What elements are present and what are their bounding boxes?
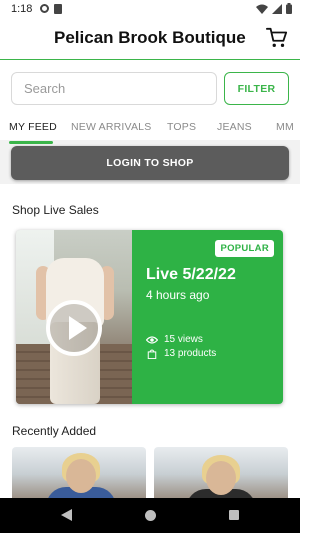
back-icon[interactable]	[61, 509, 72, 521]
sim-card-icon	[54, 4, 62, 14]
products-count: 13 products	[164, 348, 217, 359]
status-time: 1:18	[11, 3, 33, 15]
tab-jeans[interactable]: JEANS	[217, 121, 252, 133]
recents-icon[interactable]	[229, 510, 239, 520]
shopping-bag-icon	[147, 349, 157, 359]
section-title-recently-added: Recently Added	[12, 424, 97, 438]
popular-badge: POPULAR	[215, 240, 274, 257]
status-bar: 1:18	[0, 0, 300, 18]
play-icon[interactable]	[46, 300, 102, 356]
live-sale-time: 4 hours ago	[146, 288, 210, 302]
search-input[interactable]	[12, 73, 216, 104]
login-banner: LOGIN TO SHOP	[0, 140, 300, 184]
login-to-shop-button[interactable]: LOGIN TO SHOP	[11, 146, 289, 180]
wifi-icon	[256, 4, 268, 14]
views-row: 15 views	[146, 334, 203, 345]
live-sale-title: Live 5/22/22	[146, 266, 236, 283]
live-sale-card[interactable]: POPULAR Live 5/22/22 4 hours ago 15 view…	[16, 230, 283, 404]
signal-icon	[272, 3, 282, 14]
tab-new-arrivals[interactable]: NEW ARRIVALS	[71, 121, 151, 133]
products-row: 13 products	[146, 348, 216, 359]
settings-notification-icon	[40, 4, 49, 13]
battery-icon	[286, 3, 292, 14]
page-title: Pelican Brook Boutique	[54, 28, 246, 47]
section-title-live-sales: Shop Live Sales	[12, 203, 99, 217]
views-count: 15 views	[164, 334, 203, 345]
live-video-thumbnail[interactable]	[16, 230, 132, 404]
tab-mm[interactable]: MM	[276, 121, 294, 133]
eye-icon	[146, 335, 158, 344]
tab-tops[interactable]: TOPS	[167, 121, 196, 133]
home-icon[interactable]	[145, 510, 156, 521]
search-box	[11, 72, 217, 105]
tab-my-feed[interactable]: MY FEED	[9, 121, 57, 133]
app-header: Pelican Brook Boutique	[0, 18, 300, 60]
cart-icon[interactable]	[266, 27, 288, 49]
live-sale-info: POPULAR Live 5/22/22 4 hours ago 15 view…	[132, 230, 283, 404]
active-tab-indicator	[9, 141, 53, 144]
filter-button[interactable]: FILTER	[224, 72, 289, 105]
system-nav-bar	[0, 498, 300, 533]
